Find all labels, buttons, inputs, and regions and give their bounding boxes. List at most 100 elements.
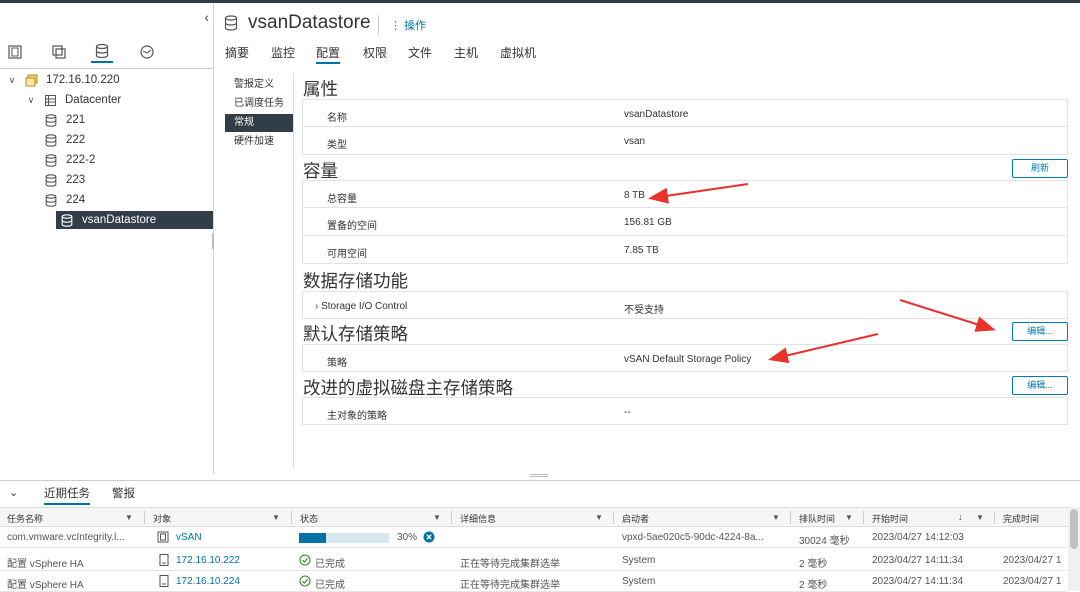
edit-improved-vdisk-policy-button[interactable]: 编辑... [1012,376,1068,395]
tree-item[interactable]: 223 [44,171,85,189]
edit-default-policy-button[interactable]: 编辑... [1012,322,1068,341]
task-object-link[interactable]: 172.16.10.222 [176,555,240,566]
task-initiator: System [622,555,656,566]
actions-menu[interactable]: ⋮ 操作 [390,17,426,33]
sub-menu-divider [293,73,294,468]
tree-item-label: 224 [66,194,86,206]
filter-icon[interactable]: ▼ [433,513,441,522]
tab-alarms[interactable]: 警报 [112,485,135,505]
column-divider[interactable] [451,511,452,524]
task-details: 正在等待完成集群选举 [460,580,560,591]
cancel-task-icon[interactable] [423,531,435,546]
tree-item[interactable]: 224 [44,191,85,209]
task-progress-bar [299,533,389,543]
policy-row: 策略 vSAN Default Storage Policy [302,344,1068,372]
datacenter-icon [43,93,57,107]
tab-6[interactable]: 虚拟机 [500,44,536,64]
datastore-icon [44,173,58,187]
filter-icon[interactable]: ▼ [976,513,984,522]
filter-icon[interactable]: ▼ [125,513,133,522]
column-header[interactable]: 对象 [153,512,171,525]
tab-recent-tasks[interactable]: 近期任务 [44,485,90,505]
datastore-icon [224,15,238,36]
sub-menu-item[interactable]: 常规 [225,114,293,132]
task-queued-time: 2 毫秒 [799,559,828,570]
column-header[interactable]: 状态 [300,512,318,525]
tree-item-label: 222 [66,134,86,146]
storage-tab-icon[interactable] [91,41,113,63]
row-key: 策略 [327,358,347,369]
check-circle-icon [299,554,311,569]
filter-icon[interactable]: ▼ [845,513,853,522]
column-header[interactable]: 详细信息 [460,512,496,525]
task-queued-time: 30024 毫秒 [799,536,850,547]
filter-icon[interactable]: ▼ [772,513,780,522]
panel-resize-handle[interactable] [530,474,548,477]
column-header[interactable]: 开始时间 [872,512,908,525]
section-title-properties: 属性 [303,79,338,99]
tree-item[interactable]: 222 [44,131,85,149]
collapse-navigator-icon[interactable]: ‹ [204,9,209,25]
tree-item[interactable]: 221 [44,111,85,129]
vms-templates-tab-icon[interactable] [48,41,70,63]
kebab-icon: ⋮ [390,20,405,32]
table-row[interactable]: com.vmware.vcIntegrity.l... vSAN 30% vpx… [0,527,1068,548]
tab-4[interactable]: 文件 [408,44,432,64]
networking-tab-icon[interactable] [136,41,158,63]
tab-3[interactable]: 权限 [363,44,387,64]
collapse-panel-icon[interactable]: ⌄ [9,486,18,499]
tasks-grid-header: 任务名称 ▼ 对象 ▼ 状态 ▼ 详细信息 ▼ 启动者 ▼ 排队时间 ▼ 开始时… [0,507,1068,527]
column-divider[interactable] [790,511,791,524]
column-divider[interactable] [144,511,145,524]
column-divider[interactable] [863,511,864,524]
host-icon [159,554,169,569]
chevron-down-icon[interactable]: ∨ [6,75,18,86]
task-initiator: System [622,576,656,587]
tree-item[interactable]: ∨ Datacenter [25,91,122,109]
row-value: 8 TB [624,190,645,201]
tab-0[interactable]: 摘要 [225,44,249,64]
sort-descending-icon[interactable]: ↓ [958,512,963,522]
tree-item[interactable]: ∨ 172.16.10.220 [6,71,120,89]
task-status: 已完成 [315,580,345,591]
tab-5[interactable]: 主机 [454,44,478,64]
column-divider[interactable] [994,511,995,524]
sub-menu-item[interactable]: 已调度任务 [225,95,293,113]
scrollbar-thumb[interactable] [1070,509,1078,549]
navigator-splitter[interactable] [212,233,214,249]
hosts-clusters-tab-icon[interactable] [4,41,26,63]
tree-item[interactable]: vsanDatastore [56,211,213,229]
sub-menu-item[interactable]: 硬件加速 [225,133,293,151]
task-object-link[interactable]: vSAN [176,532,202,543]
property-row-type: 类型 vsan [302,127,1068,155]
task-object-link[interactable]: 172.16.10.224 [176,576,240,587]
table-row[interactable]: 配置 vSphere HA 172.16.10.222 已完成 正在等待完成集群… [0,550,1068,571]
sub-menu-item[interactable]: 警报定义 [225,76,293,94]
filter-icon[interactable]: ▼ [272,513,280,522]
tasks-scrollbar[interactable] [1068,507,1080,591]
tab-2[interactable]: 配置 [316,44,341,64]
capacity-row-total: 总容量 8 TB [302,180,1068,208]
task-end-time: 2023/04/27 1 [1003,555,1062,566]
tree-item[interactable]: 222-2 [44,151,95,169]
filter-icon[interactable]: ▼ [595,513,603,522]
capacity-row-free: 可用空间 7.85 TB [302,236,1068,264]
datastore-icon [44,153,58,167]
navigator-tabs [0,39,214,69]
column-divider[interactable] [291,511,292,524]
column-header[interactable]: 完成时间 [1003,512,1039,525]
capacity-row-provisioned: 置备的空间 156.81 GB [302,208,1068,236]
tree-item-label: 223 [66,174,86,186]
chevron-down-icon[interactable]: ∨ [25,95,37,106]
row-key: 主对象的策略 [327,411,387,422]
column-header[interactable]: 启动者 [622,512,649,525]
column-divider[interactable] [613,511,614,524]
column-header[interactable]: 排队时间 [799,512,835,525]
sioc-row[interactable]: › Storage I/O Control 不受支持 [302,291,1068,319]
task-start-time: 2023/04/27 14:11:34 [872,555,964,566]
table-row[interactable]: 配置 vSphere HA 172.16.10.224 已完成 正在等待完成集群… [0,571,1068,592]
header-divider [378,15,379,35]
tab-1[interactable]: 监控 [271,44,295,64]
refresh-button[interactable]: 刷新 [1012,159,1068,178]
column-header[interactable]: 任务名称 [7,512,43,525]
